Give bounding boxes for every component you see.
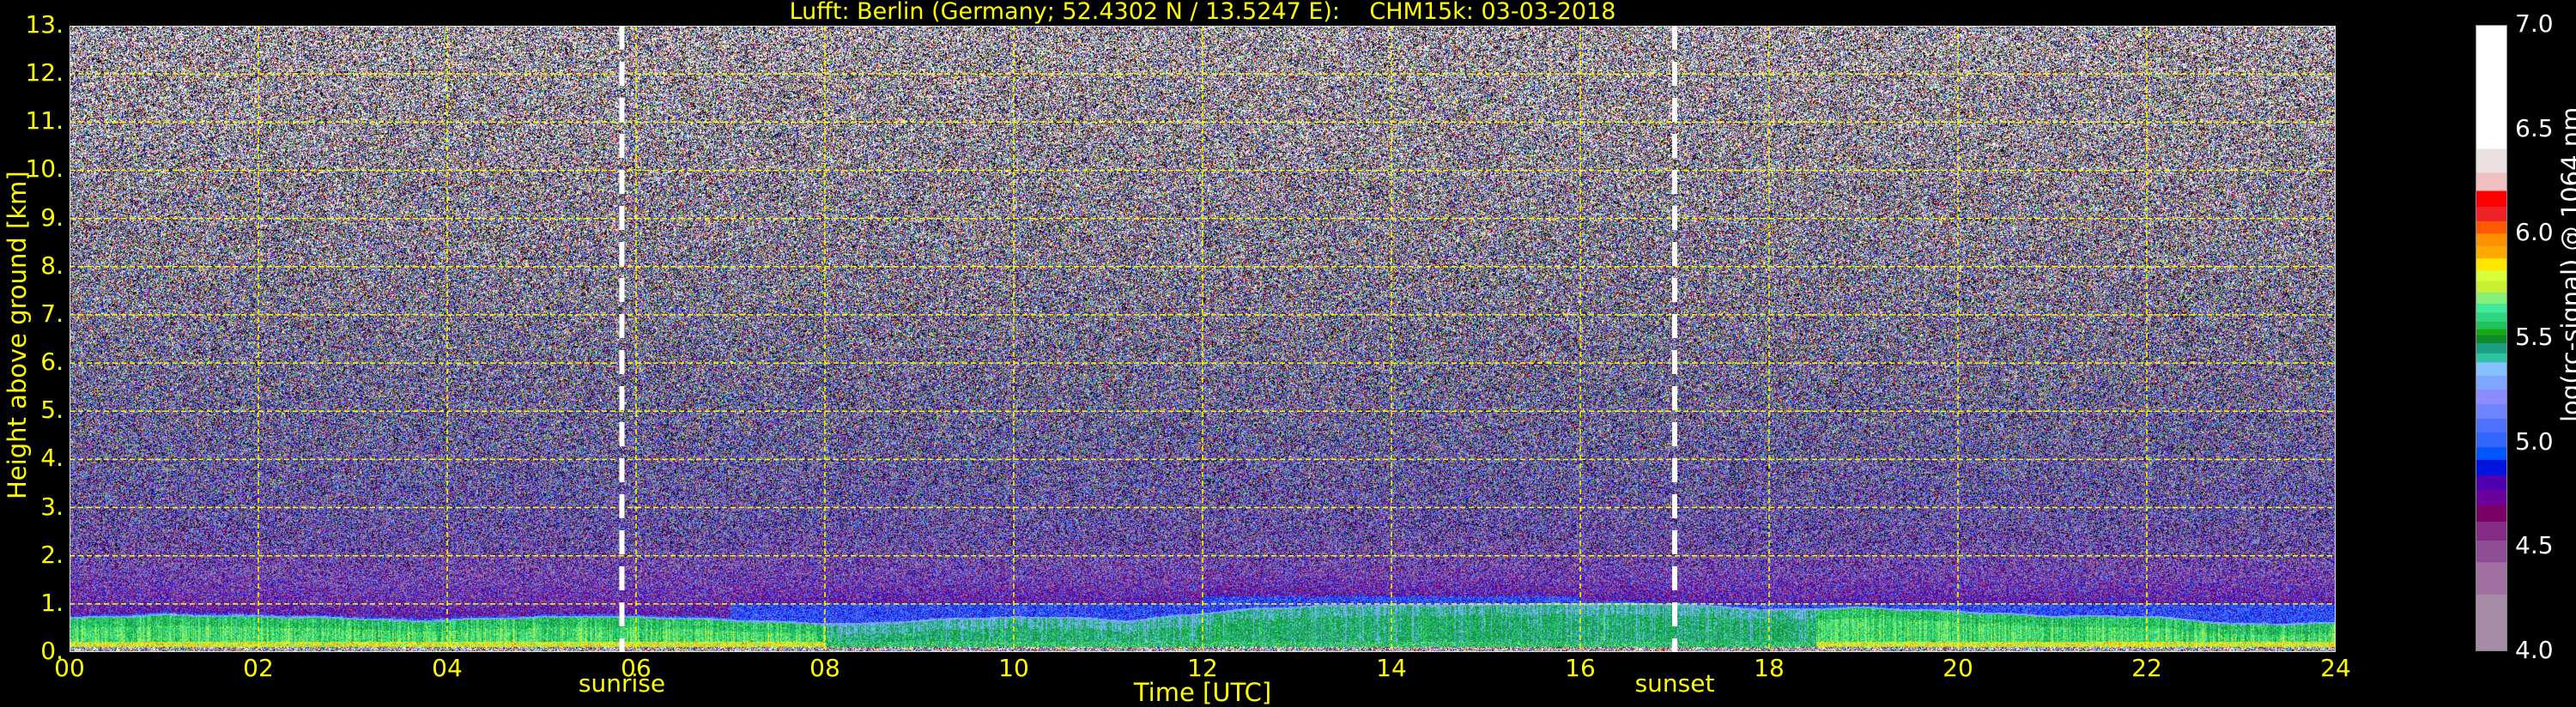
colorbar-level [2476,329,2506,335]
colorbar-level [2476,321,2506,329]
colorbar-level [2476,361,2506,377]
colorbar-level [2476,245,2506,259]
colorbar-level [2476,540,2506,563]
x-tick-label: 14 [1376,654,1407,682]
colorbar-tick-label: 4.0 [2515,636,2554,664]
colorbar-level [2476,342,2506,354]
colorbar-level [2476,521,2506,541]
x-tick-label: 02 [243,654,274,682]
colorbar-level [2476,505,2506,522]
colorbar-level [2476,206,2506,221]
y-tick-label: 11. [25,106,64,136]
plot-area [70,26,2336,652]
colorbar-label: log(rc-signal) @ 1064 nm [2556,106,2576,422]
colorbar [2476,25,2507,651]
y-tick-label: 13. [25,10,64,39]
colorbar-level [2476,389,2506,405]
colorbar-tick-label: 6.5 [2515,113,2554,142]
colorbar-tick-label: 7.0 [2515,9,2554,38]
colorbar-level [2476,281,2506,293]
x-tick-label: 22 [2131,654,2162,682]
colorbar-level [2476,459,2506,475]
colorbar-level [2476,403,2506,419]
colorbar-level [2476,190,2506,207]
colorbar-tick-label: 5.0 [2515,426,2554,456]
colorbar-level [2476,292,2506,304]
colorbar-level [2476,269,2506,281]
y-tick-label: 2. [40,540,64,569]
y-axis-label: Height above ground [km] [3,171,32,499]
x-tick-label: 08 [809,654,840,682]
x-axis-label: Time [UTC] [1133,678,1272,707]
colorbar-level [2476,432,2506,448]
x-tick-label: 00 [54,654,85,682]
sunset-label: sunset [1634,669,1715,698]
x-tick-label: 20 [1943,654,1973,682]
colorbar-level [2476,353,2506,363]
colorbar-level [2476,148,2506,173]
colorbar-level [2476,474,2506,491]
colorbar-level [2476,311,2506,323]
colorbar-level [2476,335,2506,344]
x-tick-label: 16 [1565,654,1596,682]
colorbar-tick-label: 6.0 [2515,218,2554,247]
y-tick-label: 12. [25,58,64,88]
colorbar-level [2476,233,2506,246]
colorbar-level [2476,257,2506,271]
colorbar-level [2476,446,2506,460]
x-tick-label: 04 [432,654,463,682]
chart-title: Lufft: Berlin (Germany; 52.4302 N / 13.5… [789,0,1616,25]
colorbar-level [2476,489,2506,505]
colorbar-level [2476,172,2506,191]
x-tick-label: 24 [2320,654,2351,682]
y-tick-label: 1. [40,588,64,617]
x-tick-label: 10 [998,654,1029,682]
colorbar-level [2476,594,2506,650]
colorbar-tick-label: 5.5 [2515,323,2554,351]
plot-overlay [70,26,2336,652]
sunrise-label: sunrise [578,669,666,698]
colorbar-level [2476,418,2506,432]
colorbar-level [2476,561,2506,595]
x-tick-label: 18 [1754,654,1785,682]
colorbar-level [2476,26,2506,149]
colorbar-level [2476,221,2506,234]
colorbar-level [2476,303,2506,313]
colorbar-level [2476,375,2506,390]
colorbar-tick-label: 4.5 [2515,531,2554,560]
